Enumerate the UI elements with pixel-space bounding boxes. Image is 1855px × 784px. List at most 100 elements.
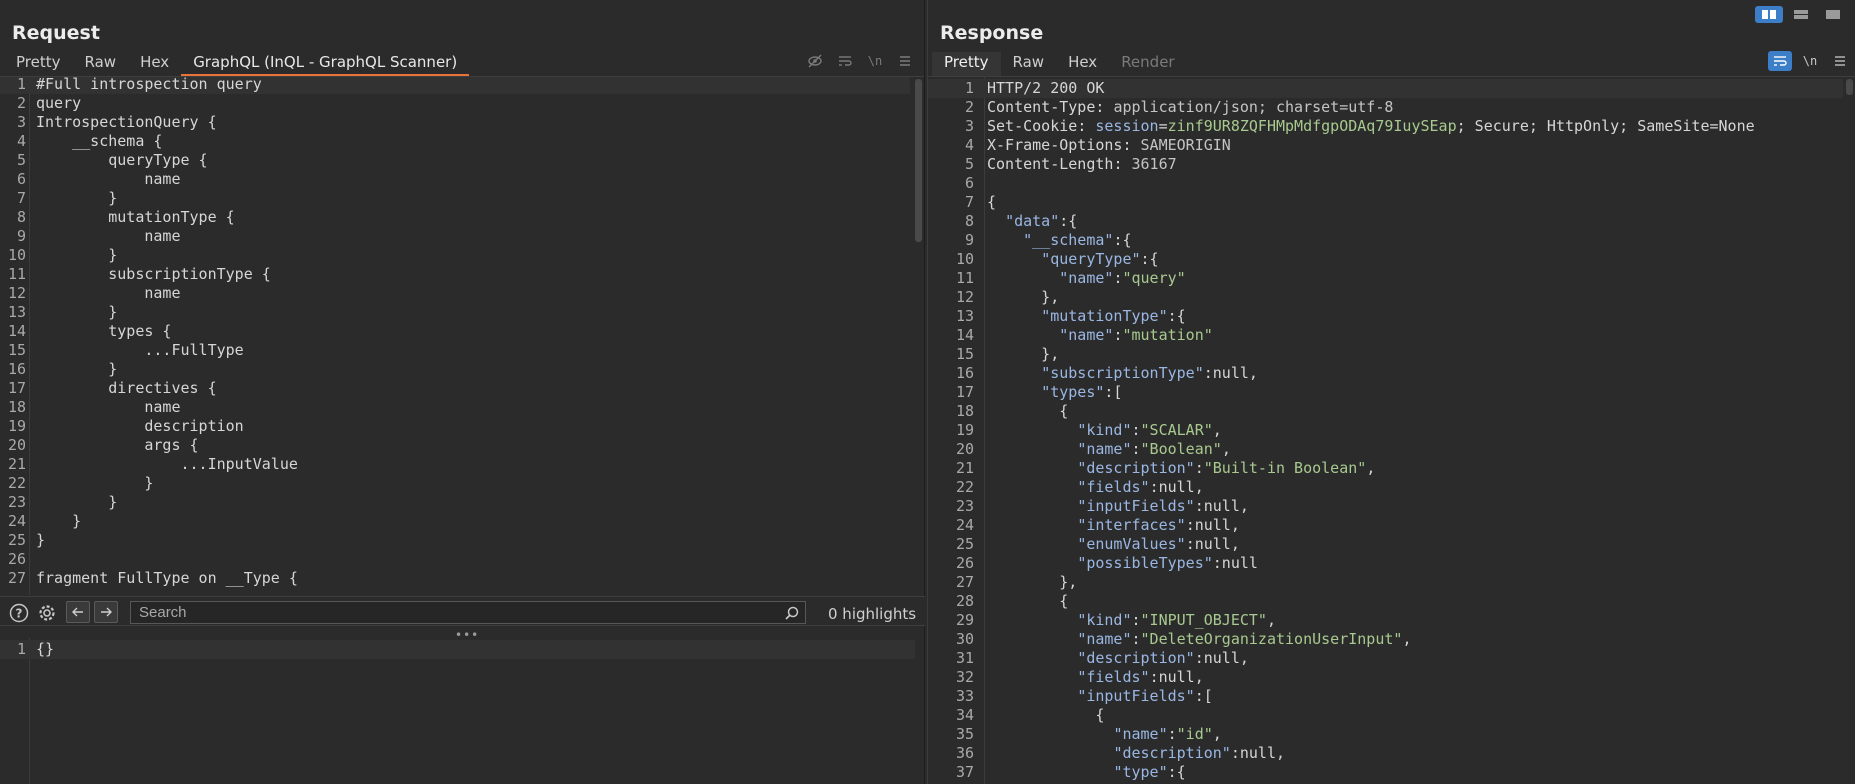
response-tab-pretty[interactable]: Pretty [932,52,1001,76]
line-text: "types":[ [1041,383,1123,401]
line-number: 14 [955,326,974,344]
line-text: fragment FullType on __Type { [36,569,298,587]
code-line: 16 } [0,360,910,379]
line-number: 27 [955,573,974,591]
code-line: 2 query [0,94,910,113]
previous-match-button[interactable] [66,601,90,623]
line-text: "enumValues":null, [1077,535,1240,553]
code-line: 21 ...InputValue [0,455,910,474]
line-text: queryType { [36,151,208,169]
line-text: name [36,284,181,302]
code-line: 9 name [0,227,910,246]
layout-tabs-button[interactable] [1819,6,1847,23]
code-line: 6 name [0,170,910,189]
line-text: } [36,493,118,511]
code-line: 10 "queryType":{ [928,250,1843,269]
request-tab-pretty[interactable]: Pretty [4,52,73,76]
line-text: "queryType":{ [1041,250,1159,268]
line-text: "name":"id", [1113,725,1222,743]
line-text: __schema { [36,132,163,150]
layout-stacked-button[interactable] [1787,6,1815,23]
line-text: HTTP/2 200 OK [987,79,1105,97]
help-icon[interactable]: ? [8,602,30,624]
line-text: { [987,706,1105,724]
line-text: {} [36,640,55,658]
wrap-icon[interactable] [833,51,857,71]
line-number: 9 [16,227,26,245]
line-number: 6 [964,174,974,192]
line-text: name [36,398,181,416]
menu-icon[interactable] [1828,51,1852,71]
line-number: 34 [955,706,974,724]
line-number: 18 [7,398,26,416]
line-number: 26 [7,550,26,568]
response-tab-render[interactable]: Render [1109,52,1186,76]
line-number: 33 [955,687,974,705]
line-number: 17 [955,383,974,401]
line-number: 24 [955,516,974,534]
line-number: 26 [955,554,974,572]
code-line: 21 "description":"Built-in Boolean", [928,459,1843,478]
gear-icon[interactable] [36,602,58,624]
request-editor[interactable]: 1 #Full introspection query 2 query 3 Introsp… [0,77,925,595]
code-line: 37 "type":{ [928,763,1843,782]
line-text: query [36,94,82,112]
code-line: 22 "fields":null, [928,478,1843,497]
request-tab-hex[interactable]: Hex [128,52,181,76]
newline-icon[interactable]: \n [1798,51,1822,71]
response-tab-raw[interactable]: Raw [1001,52,1057,76]
line-number: 8 [964,212,974,230]
line-text: "inputFields":[ [1077,687,1213,705]
request-tab-raw[interactable]: Raw [73,52,129,76]
request-toolbar: \n [803,51,917,71]
code-line: 12 }, [928,288,1843,307]
search-icon[interactable] [785,605,799,624]
line-number: 4 [16,132,26,150]
variables-editor[interactable]: 1 {} [0,638,925,784]
code-line: 1 {} [0,640,915,659]
line-number: 21 [955,459,974,477]
newline-icon[interactable]: \n [863,51,887,71]
line-text: } [36,531,46,549]
line-number: 27 [7,569,26,587]
wrap-icon[interactable] [1768,51,1792,71]
line-number: 11 [955,269,974,287]
response-tab-hex[interactable]: Hex [1056,52,1109,76]
code-line: 10 } [0,246,910,265]
line-text: "type":{ [1113,763,1186,781]
next-match-button[interactable] [94,601,118,623]
request-scrollbar[interactable] [915,79,922,242]
layout-side-by-side-button[interactable] [1755,6,1783,23]
code-line: 7{ [928,193,1843,212]
response-scrollbar[interactable] [1846,79,1853,95]
line-text: "name":"DeleteOrganizationUserInput", [1077,630,1412,648]
line-text: } [36,246,118,264]
line-text: mutationType { [36,208,235,226]
code-line: 20 "name":"Boolean", [928,440,1843,459]
code-line: 18 name [0,398,910,417]
line-number: 30 [955,630,974,648]
response-pane: Response Pretty Raw Hex Render \n 1 HTTP/… [927,0,1855,784]
line-text: args { [36,436,199,454]
request-tab-graphql[interactable]: GraphQL (InQL - GraphQL Scanner) [181,52,470,76]
line-number: 7 [16,189,26,207]
line-text: directives { [36,379,217,397]
response-editor[interactable]: 1 HTTP/2 200 OK 2 Content-Type: application… [928,77,1855,784]
line-text: X-Frame-Options: SAMEORIGIN [987,136,1231,154]
code-line: 6 [928,174,1843,193]
line-number: 14 [7,322,26,340]
line-number: 5 [16,151,26,169]
code-line: 29 "kind":"INPUT_OBJECT", [928,611,1843,630]
search-input[interactable] [130,601,806,624]
line-number: 1 [16,77,26,93]
code-line: 13 } [0,303,910,322]
request-pane: Request Pretty Raw Hex GraphQL (InQL - G… [0,0,925,784]
menu-icon[interactable] [893,51,917,71]
line-number: 16 [7,360,26,378]
line-text: "interfaces":null, [1077,516,1240,534]
line-number: 20 [955,440,974,458]
eye-slash-icon[interactable] [803,51,827,71]
line-text: Content-Length: 36167 [987,155,1177,173]
line-number: 1 [16,640,26,658]
line-number: 32 [955,668,974,686]
